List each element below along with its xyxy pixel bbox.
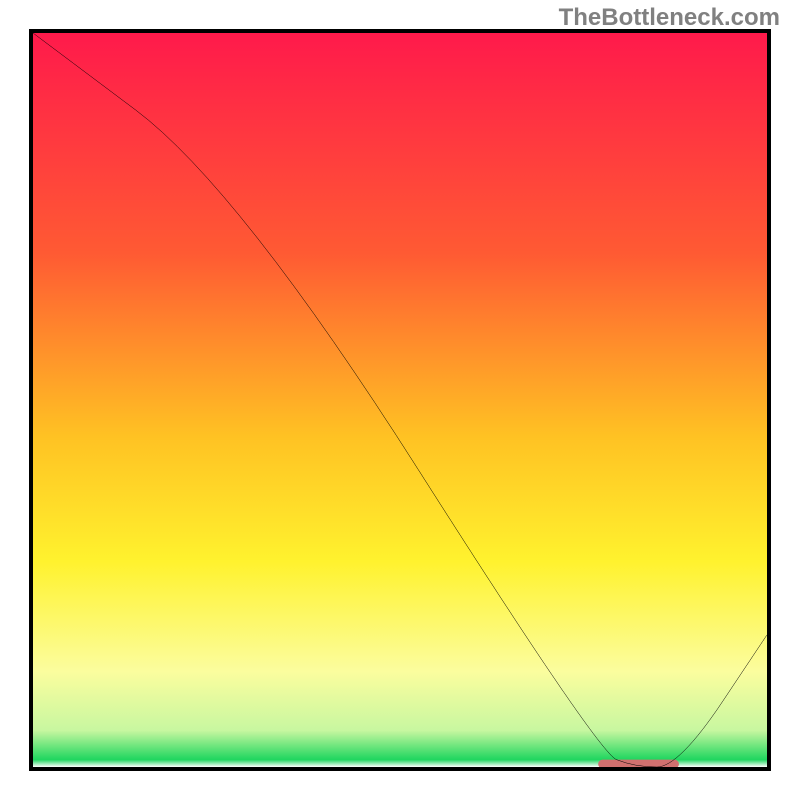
plot-frame: [29, 29, 771, 771]
gradient-background: [33, 33, 767, 767]
watermark-text: TheBottleneck.com: [559, 4, 780, 32]
optimum-marker: [598, 760, 679, 767]
plot-svg: [33, 33, 767, 767]
chart-container: TheBottleneck.com: [0, 0, 800, 800]
